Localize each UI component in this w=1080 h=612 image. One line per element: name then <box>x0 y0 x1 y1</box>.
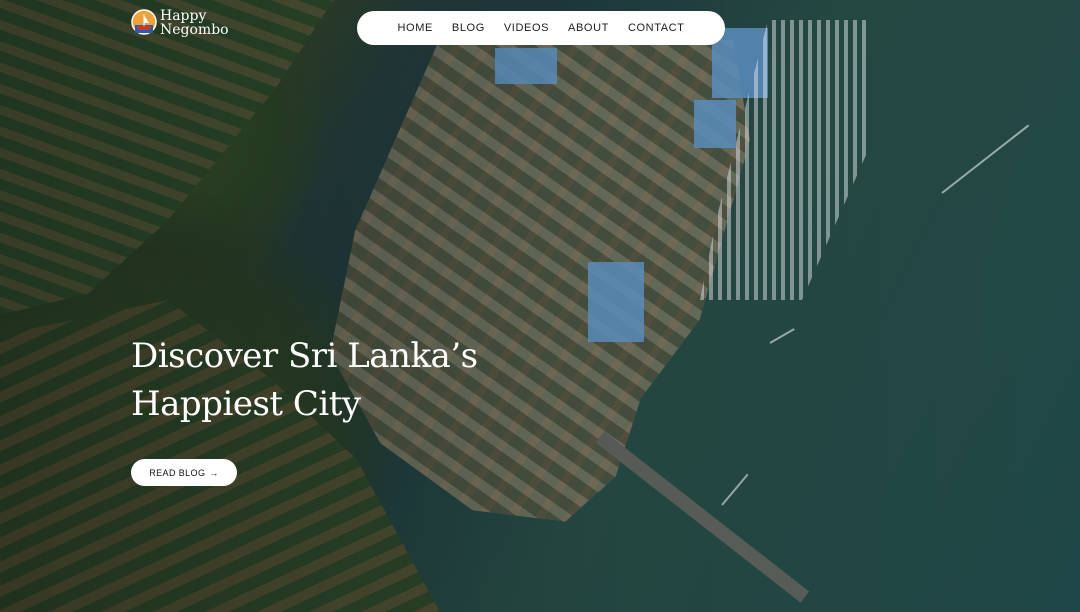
logo-wordmark: Happy Negombo <box>160 9 229 37</box>
headline-line-2: Happiest City <box>131 384 361 424</box>
read-blog-label: READ BLOG <box>149 467 206 478</box>
hero-background-image <box>0 0 1080 612</box>
logo-line-2: Negombo <box>160 22 229 38</box>
arrow-right-icon: → <box>209 467 219 478</box>
image-overlay <box>0 0 1080 612</box>
nav-videos[interactable]: VIDEOS <box>504 22 549 34</box>
logo-line-1: Happy <box>160 8 207 24</box>
main-navigation: HOME BLOG VIDEOS ABOUT CONTACT <box>357 11 725 45</box>
hero-headline: Discover Sri Lanka’s Happiest City <box>131 332 478 428</box>
headline-line-1: Discover Sri Lanka’s <box>131 336 478 376</box>
nav-home[interactable]: HOME <box>398 22 433 34</box>
nav-about[interactable]: ABOUT <box>568 22 609 34</box>
sun-boat-emblem-icon <box>131 8 157 38</box>
read-blog-button[interactable]: READ BLOG → <box>131 459 237 486</box>
site-logo[interactable]: Happy Negombo <box>131 8 229 38</box>
nav-contact[interactable]: CONTACT <box>628 22 685 34</box>
nav-blog[interactable]: BLOG <box>452 22 485 34</box>
